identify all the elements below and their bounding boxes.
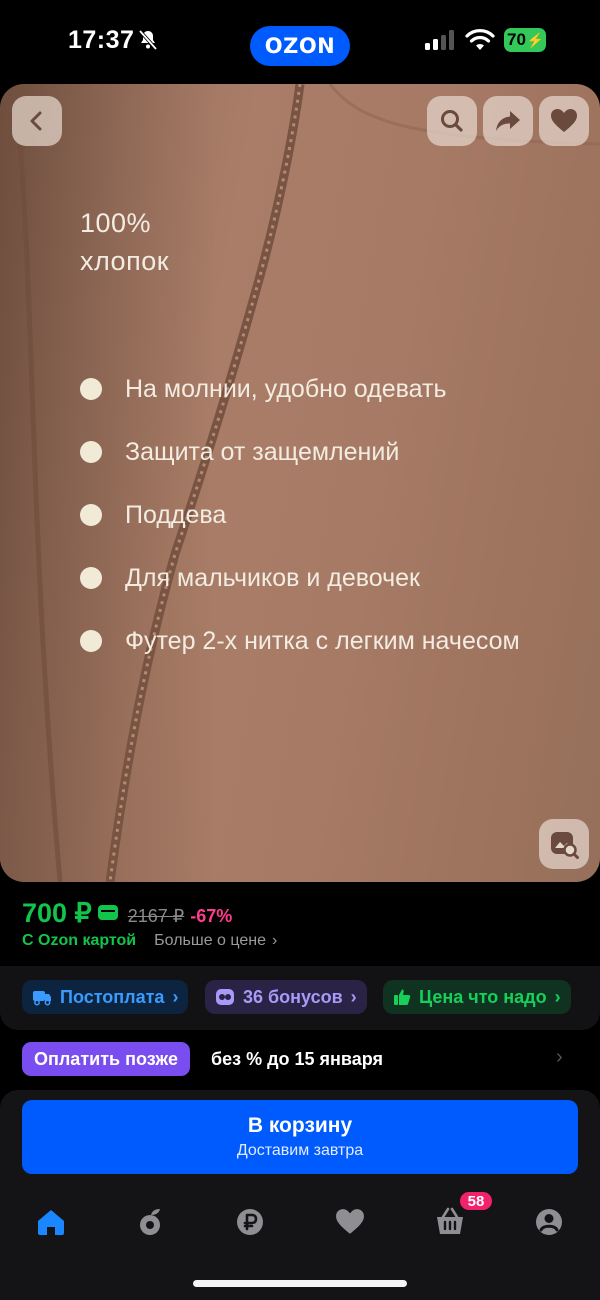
battery-icon: 70 ⚡ <box>504 28 546 52</box>
feature-text: На молнии, удобно одевать <box>125 375 447 403</box>
hero-heading: 100% хлопок <box>80 204 169 280</box>
add-to-cart-button[interactable]: В корзину Доставим завтра <box>22 1100 578 1174</box>
feature-text: Для мальчиков и девочек <box>125 564 420 592</box>
feature-item: Поддева <box>80 500 580 531</box>
finance-icon <box>237 1209 263 1235</box>
price-row: 700 ₽ 2167 ₽ -67% <box>22 898 232 929</box>
pay-later-terms: без % до 15 января <box>211 1049 384 1069</box>
feature-item: Футер 2-х нитка с легким начесом <box>80 626 580 657</box>
bell-slash-icon <box>138 29 158 51</box>
home-icon <box>38 1210 64 1235</box>
search-button[interactable] <box>427 96 477 146</box>
cart-icon <box>437 1207 463 1234</box>
bullet-dot <box>80 504 102 526</box>
chevron-right-icon: › <box>554 986 561 1007</box>
add-to-cart-label: В корзину <box>247 1114 353 1137</box>
chip-bonus[interactable]: 36 бонусов › <box>205 980 367 1014</box>
wifi-icon <box>465 29 495 50</box>
hero-heading-line1: 100% <box>80 208 152 238</box>
benefit-chips: Постоплата › 36 бонусов › Цена что надо … <box>0 966 600 1030</box>
chip-label: Цена что надо <box>419 986 547 1007</box>
discount-badge: -67% <box>190 906 233 926</box>
heart-icon <box>551 109 577 132</box>
more-about-price-link[interactable]: Больше о цене › <box>154 932 277 950</box>
tab-home[interactable] <box>29 1200 73 1244</box>
feature-text: Защита от защемлений <box>125 438 400 466</box>
home-indicator <box>193 1280 407 1287</box>
chevron-right-icon: › <box>172 986 179 1007</box>
chevron-right-icon: › <box>556 1046 563 1068</box>
favorite-button[interactable] <box>539 96 589 146</box>
ozon-card-icon <box>97 905 118 920</box>
more-about-price-label: Больше о цене <box>154 932 266 949</box>
old-price: 2167 ₽ <box>127 906 185 926</box>
tab-bar: 58 <box>0 1190 600 1256</box>
bottom-bar: В корзину Доставим завтра 58 <box>0 1090 600 1300</box>
tab-profile[interactable] <box>527 1200 571 1244</box>
chevron-right-icon: › <box>350 986 357 1007</box>
tab-favorites[interactable] <box>328 1200 372 1244</box>
similar-search-icon <box>551 832 579 859</box>
chevron-right-icon: › <box>272 932 278 949</box>
cart-count-badge: 58 <box>458 1190 494 1212</box>
fresh-icon <box>140 1209 160 1235</box>
profile-icon <box>536 1209 562 1235</box>
thumbs-up-icon <box>394 989 411 1005</box>
chevron-left-icon <box>30 111 42 131</box>
truck-icon <box>33 991 51 1006</box>
ozon-card-label: С Ozon картой <box>22 932 137 949</box>
current-price: 700 ₽ <box>22 898 92 928</box>
bullet-dot <box>80 567 102 589</box>
tab-finance[interactable] <box>228 1200 272 1244</box>
feature-item: Для мальчиков и девочек <box>80 563 580 594</box>
feature-text: Футер 2-х нитка с легким начесом <box>125 627 520 655</box>
feature-text: Поддева <box>125 501 227 529</box>
pay-later-badge: Оплатить позже <box>22 1042 190 1076</box>
product-image[interactable]: 100% хлопок На молнии, удобно одевать За… <box>0 84 600 882</box>
chip-good-price[interactable]: Цена что надо › <box>383 980 571 1014</box>
favorites-icon <box>336 1209 364 1234</box>
battery-level: 70 <box>507 30 526 49</box>
ozon-logo: OZON <box>250 26 350 66</box>
chip-label: Постоплата <box>60 986 165 1007</box>
share-button[interactable] <box>483 96 533 146</box>
share-icon <box>496 111 520 131</box>
find-similar-button[interactable] <box>539 819 589 869</box>
chip-label: 36 бонусов <box>243 986 343 1007</box>
back-button[interactable] <box>12 96 62 146</box>
charging-bolt-icon: ⚡ <box>526 31 545 48</box>
feature-list: На молнии, удобно одевать Защита от заще… <box>80 374 580 689</box>
bullet-dot <box>80 378 102 400</box>
cellular-signal-icon <box>425 30 454 50</box>
chip-postpay[interactable]: Постоплата › <box>22 980 189 1014</box>
search-icon <box>441 110 463 132</box>
bullet-dot <box>80 441 102 463</box>
ozon-card-row: С Ozon картой Больше о цене › <box>22 932 277 950</box>
feature-item: На молнии, удобно одевать <box>80 374 580 405</box>
bonus-icon <box>216 989 234 1005</box>
tab-fresh[interactable] <box>129 1200 173 1244</box>
delivery-label: Доставим завтра <box>236 1142 364 1159</box>
status-time: 17:37 <box>68 26 135 54</box>
status-bar: 17:37 OZON 70 ⚡ <box>0 0 600 84</box>
bullet-dot <box>80 630 102 652</box>
feature-item: Защита от защемлений <box>80 437 580 468</box>
hero-heading-line2: хлопок <box>80 246 170 276</box>
pay-later-row[interactable]: Оплатить позже без % до 15 января › <box>0 1030 600 1090</box>
